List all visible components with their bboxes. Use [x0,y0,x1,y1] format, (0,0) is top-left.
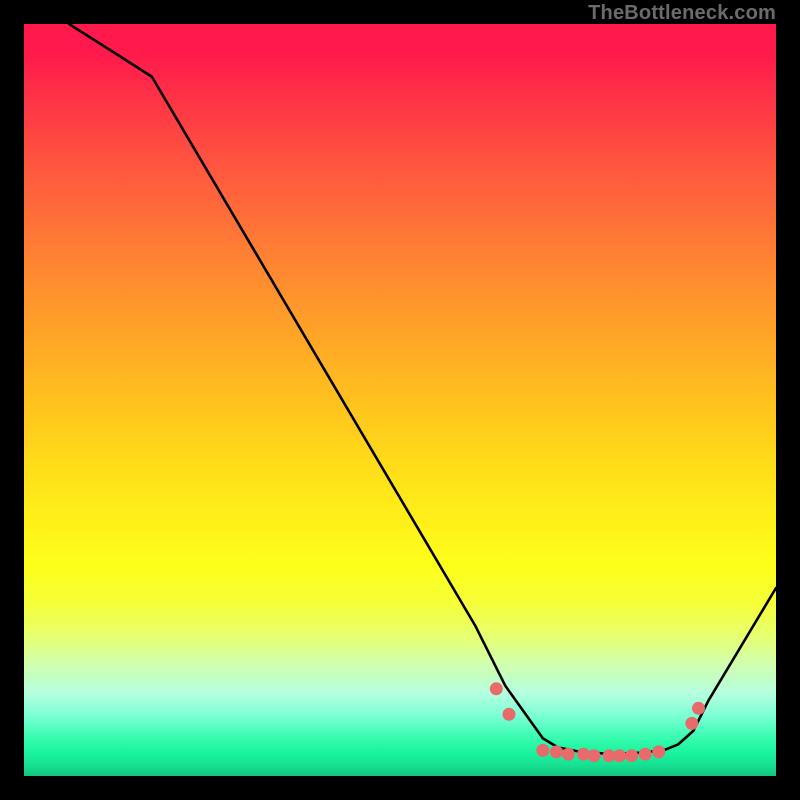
curve-marker [536,744,549,757]
curve-marker [692,702,705,715]
curve-marker [685,717,698,730]
curve-marker [652,745,665,758]
bottleneck-curve-line [69,24,776,753]
curve-marker [625,749,638,762]
curve-marker [490,682,503,695]
curve-marker [613,749,626,762]
plot-area [24,24,776,776]
curve-marker-group [490,682,705,762]
curve-layer [24,24,776,776]
curve-marker [588,749,601,762]
curve-marker [503,708,516,721]
curve-marker [639,748,652,761]
credit-label: TheBottleneck.com [588,2,776,25]
curve-marker [562,748,575,761]
chart-frame: TheBottleneck.com [0,0,800,800]
curve-marker [550,745,563,758]
